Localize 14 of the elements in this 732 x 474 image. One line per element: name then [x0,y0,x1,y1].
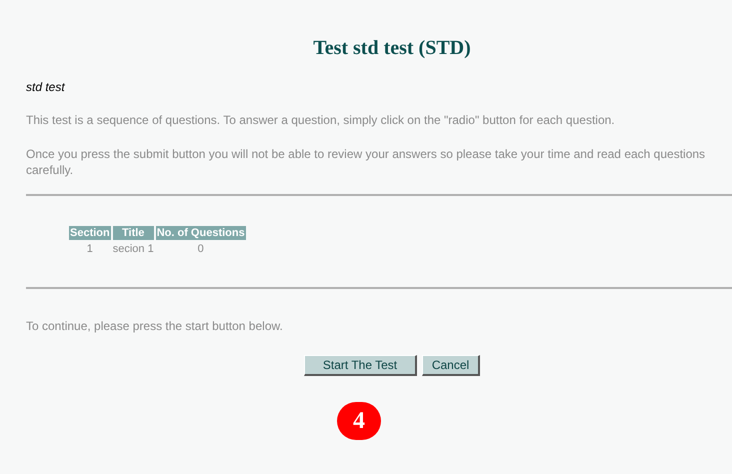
column-header: Section [69,226,111,240]
test-name: std test [26,79,66,96]
page-title: Test std test (STD) [313,36,471,60]
cancel-button[interactable]: Cancel [422,355,480,376]
column-header: Title [112,226,154,240]
table-cell-text: 0 [196,242,205,256]
column-header: No. of Questions [156,226,246,240]
table-cell: secion 1 [112,242,154,256]
number-badge: 4 [337,402,381,440]
instructions-text: Once you press the submit button you will not be able to review your answers so please take your time and read each questions carefully. [26,146,706,178]
start-button[interactable]: Start The Test [304,355,417,376]
table-cell-text: 1 [86,242,94,256]
instructions-text: This test is a sequence of questions. To answer a question, simply click on the "radio" button for each question. [26,112,616,128]
instruction-text: To continue, please press the start button below. [26,318,284,335]
